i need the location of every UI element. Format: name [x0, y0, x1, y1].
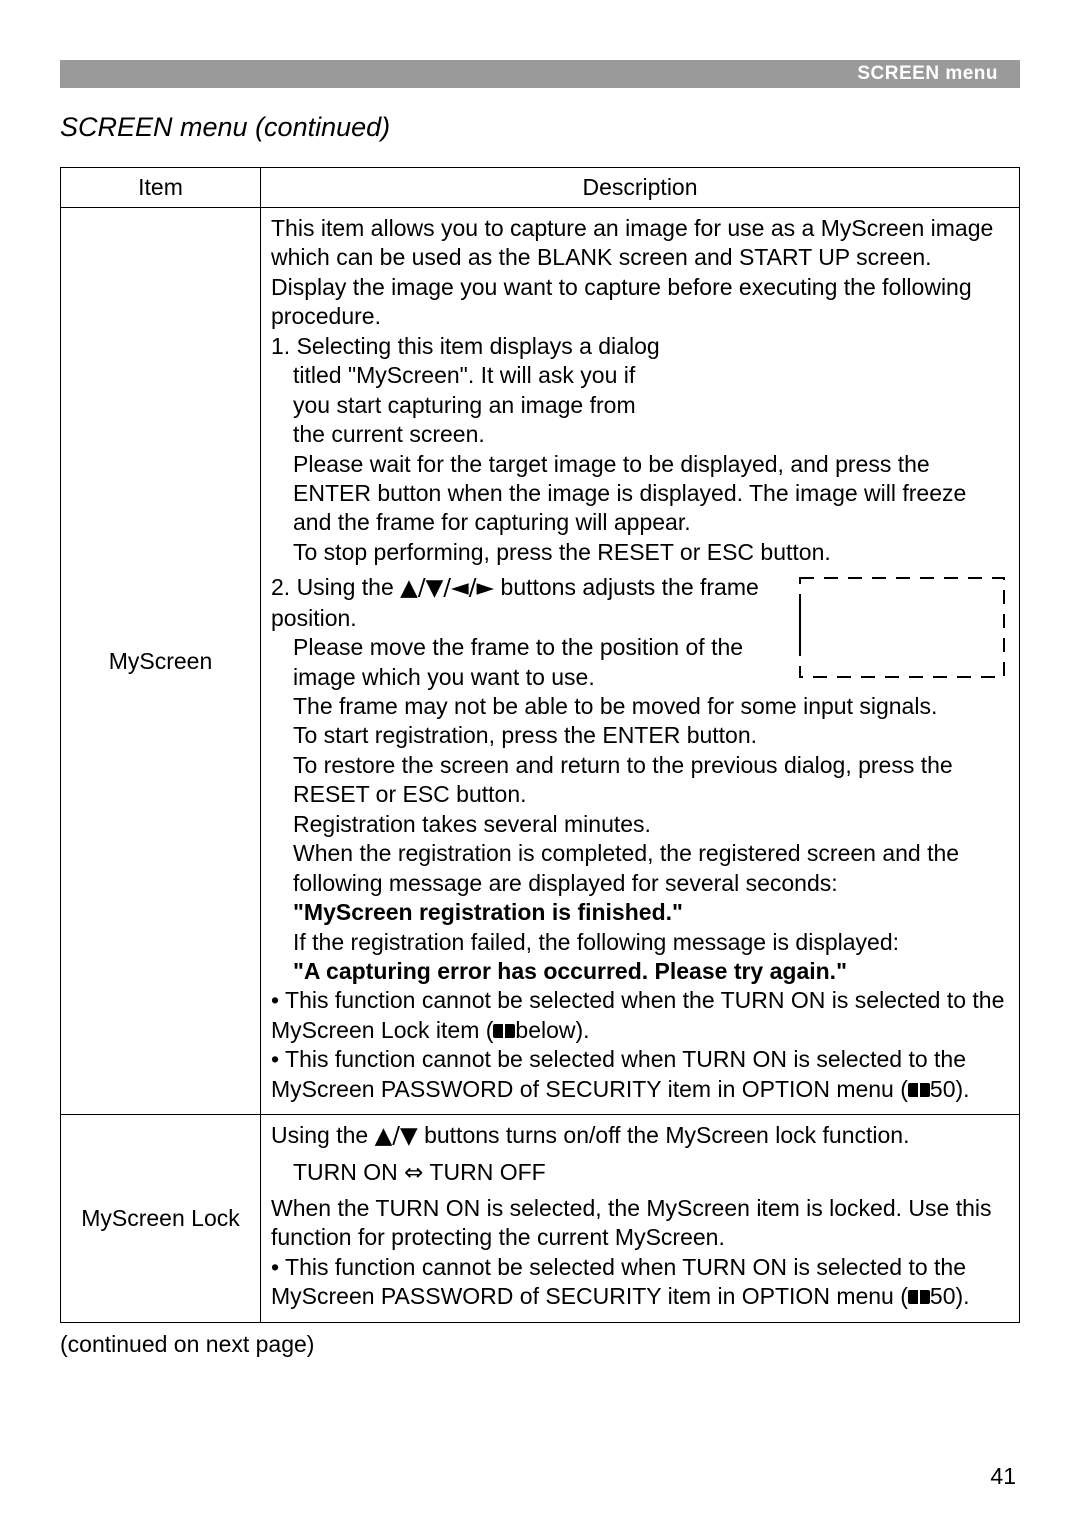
- desc-myscreen-lock: Using the ▲/▼ buttons turns on/off the M…: [261, 1115, 1020, 1323]
- text: TURN ON: [293, 1159, 404, 1185]
- table-row: MyScreen Lock Using the ▲/▼ buttons turn…: [61, 1115, 1020, 1323]
- text: below).: [515, 1017, 589, 1043]
- text: titled "MyScreen". It will ask you if: [271, 361, 1009, 390]
- text: 50).: [930, 1076, 970, 1102]
- capture-frame-illustration: [797, 575, 1007, 680]
- item-myscreen-lock: MyScreen Lock: [61, 1115, 261, 1323]
- arrow-up-down-icon: ▲/▼: [375, 1123, 418, 1149]
- text: Please wait for the target image to be d…: [271, 450, 1009, 538]
- text: 50).: [930, 1283, 970, 1309]
- text: When the registration is completed, the …: [271, 839, 1009, 898]
- header-bar: SCREEN menu: [60, 60, 1020, 88]
- manual-ref-icon: [908, 1288, 930, 1306]
- manual-ref-icon: [493, 1022, 515, 1040]
- toggle-line: TURN ON ⇔ TURN OFF: [271, 1158, 1009, 1188]
- desc-myscreen: This item allows you to capture an image…: [261, 208, 1020, 1115]
- section-title: SCREEN menu (continued): [60, 112, 1020, 143]
- text: If the registration failed, the followin…: [271, 928, 1009, 957]
- text: • This function cannot be selected when …: [271, 1254, 966, 1309]
- double-arrow-icon: ⇔: [404, 1160, 423, 1186]
- text: When the TURN ON is selected, the MyScre…: [271, 1195, 992, 1250]
- text: buttons turns on/off the MyScreen lock f…: [418, 1122, 910, 1148]
- page: SCREEN menu SCREEN menu (continued) Item…: [0, 0, 1080, 1532]
- text: 1. Selecting this item displays a dialog: [271, 333, 660, 359]
- manual-ref-icon: [908, 1081, 930, 1099]
- text: The frame may not be able to be moved fo…: [271, 692, 1009, 721]
- header-label: SCREEN menu: [857, 63, 998, 85]
- text: 2. Using the: [271, 574, 400, 600]
- page-number: 41: [990, 1463, 1016, 1490]
- col-description: Description: [261, 168, 1020, 208]
- text: This item allows you to capture an image…: [271, 215, 993, 329]
- col-item: Item: [61, 168, 261, 208]
- text-msg-error: "A capturing error has occurred. Please …: [271, 957, 1009, 986]
- arrow-buttons-icon: ▲/▼/◄/►: [400, 575, 494, 601]
- text-msg-finished: "MyScreen registration is finished.": [271, 898, 1009, 927]
- table-row: MyScreen This item allows you to capture…: [61, 208, 1020, 1115]
- text: • This function cannot be selected when …: [271, 987, 1004, 1042]
- text: To restore the screen and return to the …: [271, 751, 1009, 810]
- item-myscreen: MyScreen: [61, 208, 261, 1115]
- text: To start registration, press the ENTER b…: [271, 721, 1009, 750]
- continued-note: (continued on next page): [60, 1331, 1020, 1358]
- table-header-row: Item Description: [61, 168, 1020, 208]
- text: Using the: [271, 1122, 375, 1148]
- text: you start capturing an image from: [271, 391, 1009, 420]
- text: To stop performing, press the RESET or E…: [271, 538, 1009, 567]
- text: • This function cannot be selected when …: [271, 1046, 966, 1101]
- text: TURN OFF: [423, 1159, 545, 1185]
- text: the current screen.: [271, 420, 1009, 449]
- settings-table: Item Description MyScreen This item allo…: [60, 167, 1020, 1323]
- text: Registration takes several minutes.: [271, 810, 1009, 839]
